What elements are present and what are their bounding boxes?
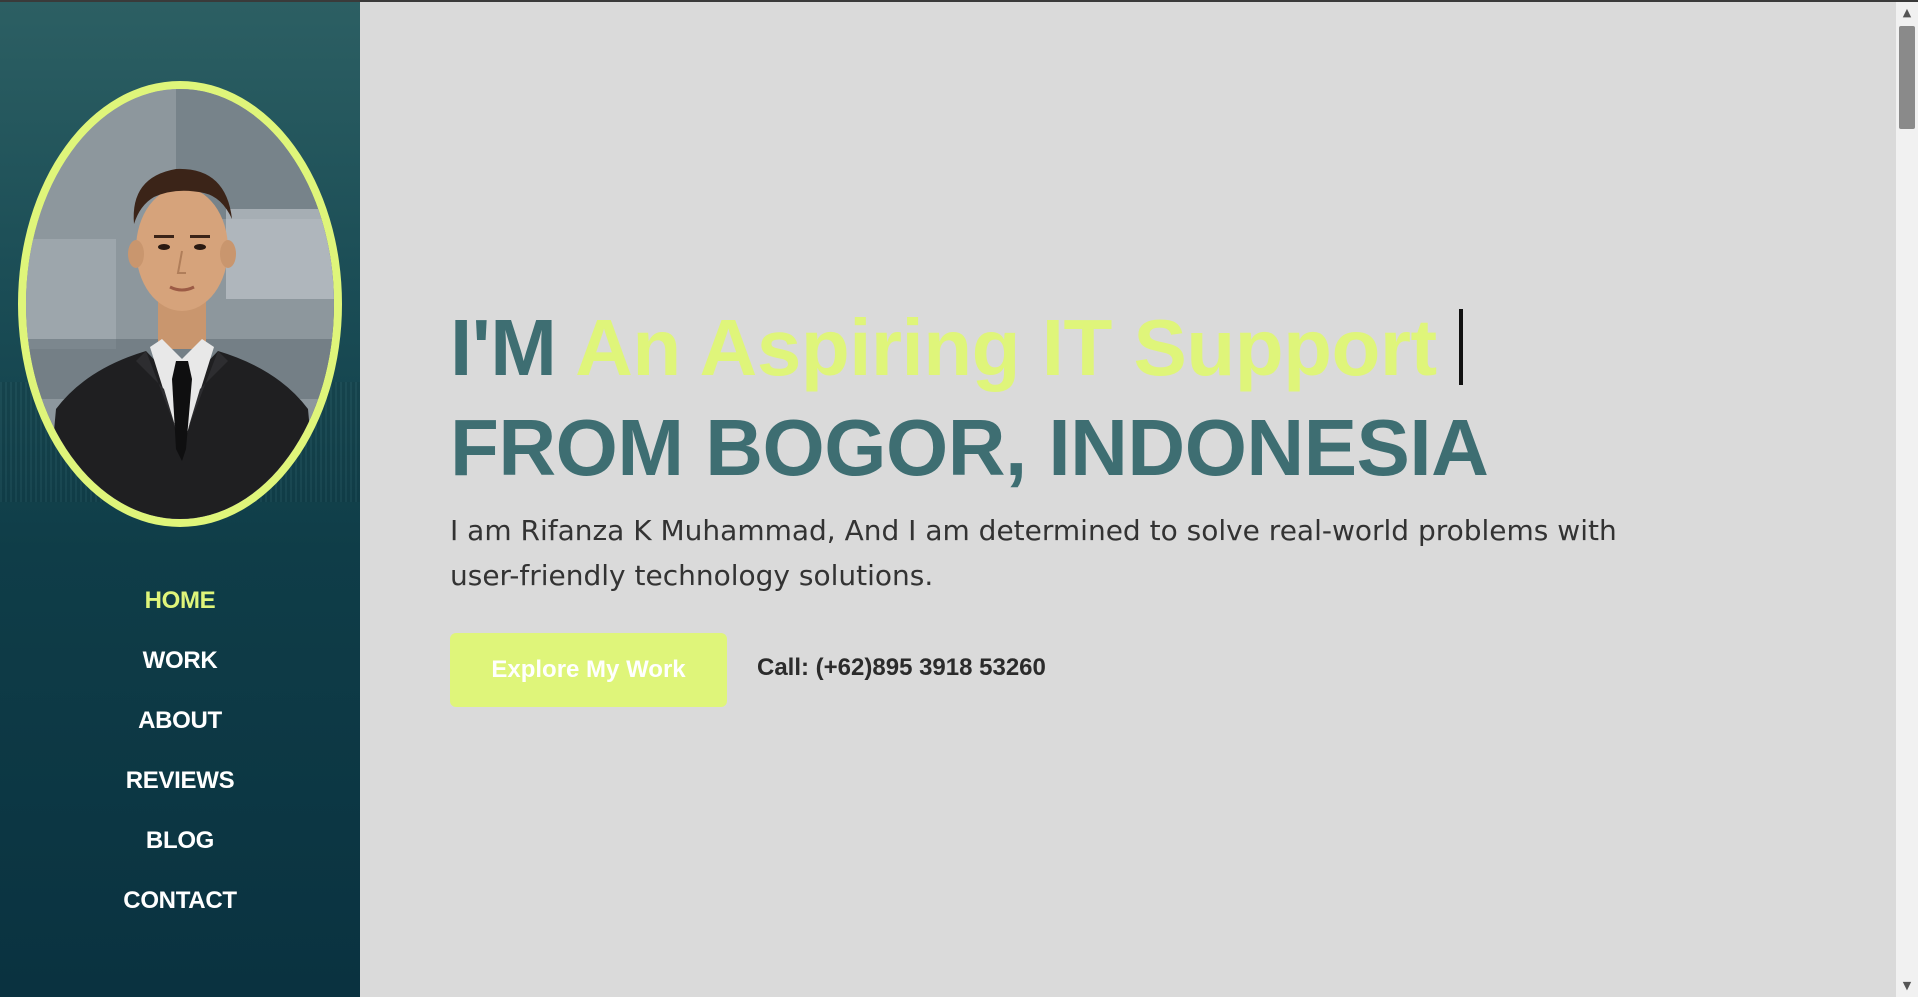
hero-headline: I'M An Aspiring IT Support FROM BOGOR, I… xyxy=(450,298,1489,498)
scrollbar-thumb[interactable] xyxy=(1899,26,1915,129)
sidebar-nav: HOME WORK ABOUT REVIEWS BLOG CONTACT xyxy=(0,577,360,937)
call-phone-link[interactable]: Call: (+62)895 3918 53260 xyxy=(757,650,1046,686)
main-content: I'M An Aspiring IT Support FROM BOGOR, I… xyxy=(360,2,1896,997)
sidebar: HOME WORK ABOUT REVIEWS BLOG CONTACT xyxy=(0,2,360,997)
headline-prefix: I'M xyxy=(450,303,557,392)
hero-intro-text: I am Rifanza K Muhammad, And I am determ… xyxy=(450,514,1617,592)
nav-item-work[interactable]: WORK xyxy=(0,637,360,697)
avatar xyxy=(18,81,342,527)
avatar-portrait-image xyxy=(26,89,334,519)
triangle-down-icon[interactable]: ▼ xyxy=(1896,975,1918,997)
explore-my-work-button[interactable]: Explore My Work xyxy=(450,633,727,707)
nav-item-reviews[interactable]: REVIEWS xyxy=(0,757,360,817)
nav-item-contact[interactable]: CONTACT xyxy=(0,877,360,937)
nav-item-blog[interactable]: BLOG xyxy=(0,817,360,877)
typing-cursor xyxy=(1458,309,1463,385)
headline-typed-role: An Aspiring IT Support xyxy=(575,303,1437,392)
triangle-up-icon[interactable]: ▲ xyxy=(1896,2,1918,24)
page-scrollbar[interactable]: ▲ ▼ xyxy=(1896,2,1918,997)
headline-location: FROM BOGOR, INDONESIA xyxy=(450,403,1489,492)
nav-item-home[interactable]: HOME xyxy=(0,577,360,637)
portfolio-page: HOME WORK ABOUT REVIEWS BLOG CONTACT I'M… xyxy=(0,0,1918,997)
nav-item-about[interactable]: ABOUT xyxy=(0,697,360,757)
